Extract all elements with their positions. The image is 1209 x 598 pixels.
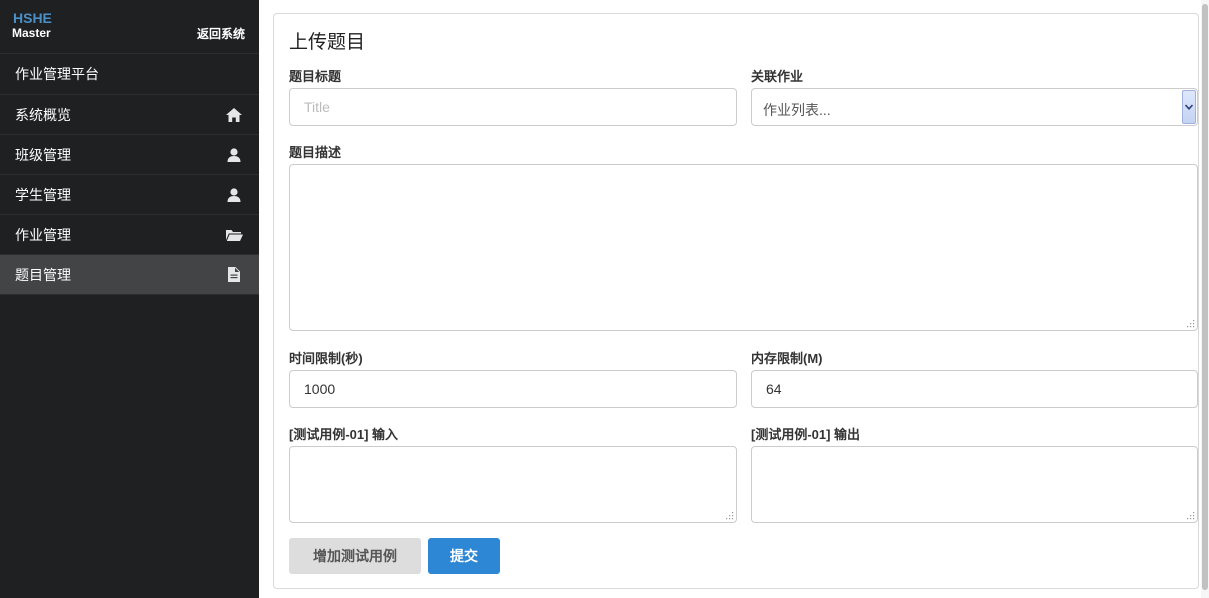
- page-title: 上传题目: [289, 32, 366, 53]
- test-input-textarea[interactable]: [289, 446, 737, 523]
- resize-grip-icon[interactable]: [1186, 319, 1195, 328]
- question-title-input[interactable]: [289, 88, 737, 126]
- scrollbar[interactable]: [1201, 0, 1209, 598]
- time-limit-label: 时间限制(秒): [289, 351, 363, 366]
- sidebar-item-label: 作业管理: [15, 226, 71, 243]
- question-title-label: 题目标题: [289, 69, 342, 84]
- main-content: 上传题目 题目标题 关联作业 作业列表... 题目描述 时间限制(秒) 内存限制…: [259, 0, 1209, 598]
- resize-grip-icon[interactable]: [1186, 511, 1195, 520]
- description-textarea[interactable]: [289, 164, 1198, 331]
- sidebar-item-questions[interactable]: 题目管理: [0, 255, 259, 295]
- sidebar-item-label: 系统概览: [15, 106, 71, 123]
- test-output-textarea[interactable]: [751, 446, 1198, 523]
- user-icon: [225, 146, 243, 164]
- sidebar-item-students[interactable]: 学生管理: [0, 175, 259, 215]
- brand-header: HSHE Master 返回系统: [0, 0, 259, 54]
- brand-logo-text: HSHE: [13, 10, 52, 26]
- sidebar-item-label: 题目管理: [15, 266, 71, 283]
- test-input-label: [测试用例-01] 输入: [289, 427, 399, 442]
- time-limit-input[interactable]: [289, 370, 737, 408]
- upload-question-panel: 上传题目 题目标题 关联作业 作业列表... 题目描述 时间限制(秒) 内存限制…: [273, 13, 1199, 589]
- platform-title: 作业管理平台: [0, 54, 259, 95]
- chevron-down-icon[interactable]: [1182, 90, 1196, 124]
- test-output-label: [测试用例-01] 输出: [751, 427, 861, 442]
- folder-open-icon: [225, 226, 243, 244]
- submit-button[interactable]: 提交: [428, 538, 500, 574]
- home-icon: [225, 106, 243, 124]
- sidebar-item-label: 学生管理: [15, 186, 71, 203]
- brand-subtitle: Master: [12, 26, 51, 40]
- sidebar-item-label: 班级管理: [15, 146, 71, 163]
- add-test-case-button[interactable]: 增加测试用例: [289, 538, 421, 574]
- description-label: 题目描述: [289, 145, 342, 160]
- return-system-link[interactable]: 返回系统: [197, 25, 245, 42]
- scrollbar-thumb[interactable]: [1202, 4, 1208, 590]
- assignment-label: 关联作业: [751, 69, 804, 84]
- sidebar: HSHE Master 返回系统 作业管理平台 系统概览 班级管理 学生管理 作…: [0, 0, 259, 598]
- memory-limit-input[interactable]: [751, 370, 1198, 408]
- user-icon: [225, 186, 243, 204]
- resize-grip-icon[interactable]: [725, 511, 734, 520]
- memory-limit-label: 内存限制(M): [751, 351, 823, 366]
- sidebar-item-classes[interactable]: 班级管理: [0, 135, 259, 175]
- sidebar-item-overview[interactable]: 系统概览: [0, 95, 259, 135]
- sidebar-item-assignments[interactable]: 作业管理: [0, 215, 259, 255]
- assignment-select[interactable]: 作业列表...: [751, 88, 1198, 126]
- assignment-select-value: 作业列表...: [763, 102, 831, 118]
- file-icon: [225, 266, 243, 284]
